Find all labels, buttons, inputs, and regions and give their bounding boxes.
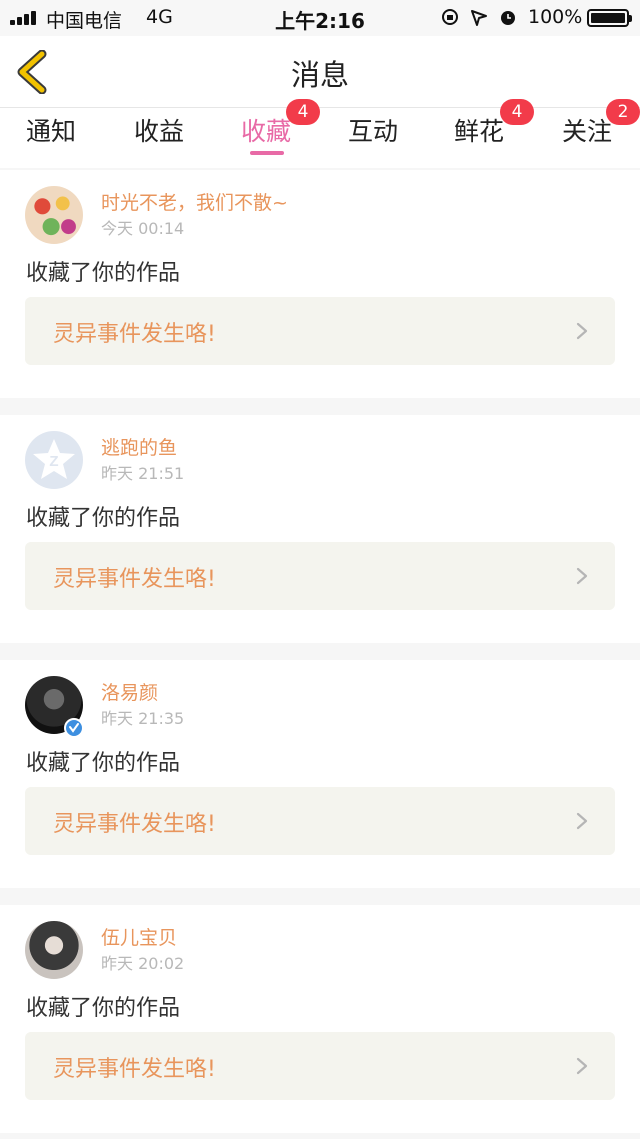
username[interactable]: 逃跑的鱼: [101, 433, 177, 460]
tab-notifications[interactable]: 通知: [26, 112, 76, 148]
favorites-badge: 4: [286, 99, 320, 125]
battery-percent: 100%: [528, 6, 583, 28]
timestamp: 昨天 21:35: [101, 709, 185, 728]
message-card: Z 逃跑的鱼 昨天 21:51 收藏了你的作品 灵异事件发生咯!: [0, 415, 640, 643]
page-title: 消息: [290, 58, 349, 92]
action-text: 收藏了你的作品: [26, 996, 181, 1021]
tab-flowers[interactable]: 鲜花: [454, 112, 504, 148]
battery-icon: [587, 9, 632, 27]
work-link[interactable]: 灵异事件发生咯!: [25, 297, 615, 365]
timestamp: 昨天 20:02: [101, 954, 185, 973]
chevron-right-icon: [576, 567, 588, 585]
tab-interactions[interactable]: 互动: [348, 112, 398, 148]
status-icons: [440, 6, 522, 33]
work-link[interactable]: 灵异事件发生咯!: [25, 1032, 615, 1100]
tab-label: 通知: [26, 117, 77, 146]
timestamp: 今天 00:14: [101, 219, 185, 238]
work-link[interactable]: 灵异事件发生咯!: [25, 787, 615, 855]
tab-label: 互动: [348, 117, 399, 146]
tab-label: 关注: [562, 117, 613, 146]
work-link[interactable]: 灵异事件发生咯!: [25, 542, 615, 610]
message-card: 伍儿宝贝 昨天 20:02 收藏了你的作品 灵异事件发生咯!: [0, 905, 640, 1133]
tab-label: 收藏: [241, 117, 292, 146]
action-text: 收藏了你的作品: [26, 261, 181, 286]
username[interactable]: 时光不老，我们不散~: [101, 188, 288, 215]
nav-bar: 消息: [0, 36, 640, 108]
work-title: 灵异事件发生咯!: [53, 322, 216, 347]
avatar[interactable]: [25, 186, 83, 244]
avatar[interactable]: Z: [25, 431, 83, 489]
flowers-badge: 4: [500, 99, 534, 125]
tab-bar: 通知 收益 收藏 4 互动 鲜花 4 关注 2: [0, 99, 640, 168]
message-card: 洛易颜 昨天 21:35 收藏了你的作品 灵异事件发生咯!: [0, 660, 640, 888]
verified-icon: [64, 718, 84, 738]
avatar[interactable]: [25, 921, 83, 979]
location-icon: [471, 10, 487, 26]
work-title: 灵异事件发生咯!: [53, 1057, 216, 1082]
follows-badge: 2: [606, 99, 640, 125]
tab-label: 收益: [134, 117, 185, 146]
action-text: 收藏了你的作品: [26, 751, 181, 776]
message-card: 时光不老，我们不散~ 今天 00:14 收藏了你的作品 灵异事件发生咯!: [0, 170, 640, 398]
tab-label: 鲜花: [454, 117, 505, 146]
orientation-lock-icon: [442, 9, 458, 25]
tab-earnings[interactable]: 收益: [134, 112, 184, 148]
work-title: 灵异事件发生咯!: [53, 812, 216, 837]
tab-follows[interactable]: 关注: [562, 112, 612, 148]
username[interactable]: 伍儿宝贝: [101, 923, 177, 950]
status-bar: 中国电信 4G 上午2:16 100%: [0, 0, 640, 36]
chevron-right-icon: [576, 812, 588, 830]
username[interactable]: 洛易颜: [101, 678, 158, 705]
timestamp: 昨天 21:51: [101, 464, 185, 483]
default-avatar-icon: Z: [33, 439, 75, 479]
tab-favorites[interactable]: 收藏: [241, 112, 291, 148]
work-title: 灵异事件发生咯!: [53, 567, 216, 592]
action-text: 收藏了你的作品: [26, 506, 181, 531]
chevron-right-icon: [576, 322, 588, 340]
svg-text:Z: Z: [49, 453, 58, 470]
alarm-icon: [501, 11, 515, 25]
active-tab-indicator: [250, 151, 284, 155]
chevron-right-icon: [576, 1057, 588, 1075]
